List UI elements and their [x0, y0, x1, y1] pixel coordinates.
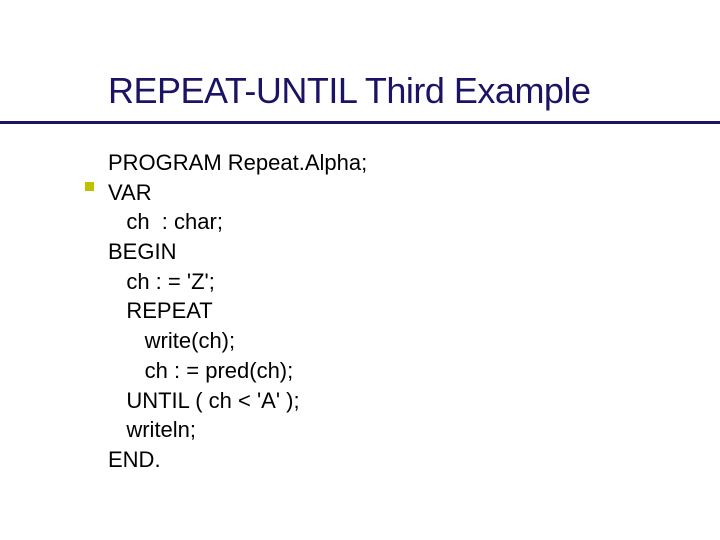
code-line: REPEAT: [108, 298, 213, 323]
code-line: PROGRAM Repeat.Alpha;: [108, 150, 367, 175]
code-line: END.: [108, 447, 161, 472]
code-line: writeln;: [108, 417, 196, 442]
slide: REPEAT-UNTIL Third Example PROGRAM Repea…: [0, 0, 720, 475]
code-block: PROGRAM Repeat.Alpha; VAR ch : char; BEG…: [108, 148, 720, 475]
title-wrap: REPEAT-UNTIL Third Example: [108, 70, 720, 124]
title-underline: [0, 121, 720, 124]
code-line: ch : = 'Z';: [108, 269, 215, 294]
slide-title: REPEAT-UNTIL Third Example: [108, 70, 720, 112]
square-bullet-icon: [85, 182, 94, 191]
code-line: ch : = pred(ch);: [108, 358, 293, 383]
code-line: ch : char;: [108, 209, 223, 234]
code-line: UNTIL ( ch < 'A' );: [108, 388, 300, 413]
code-line: write(ch);: [108, 328, 235, 353]
code-line: VAR: [108, 180, 152, 205]
code-line: BEGIN: [108, 239, 176, 264]
bullet-marker: [85, 182, 94, 191]
